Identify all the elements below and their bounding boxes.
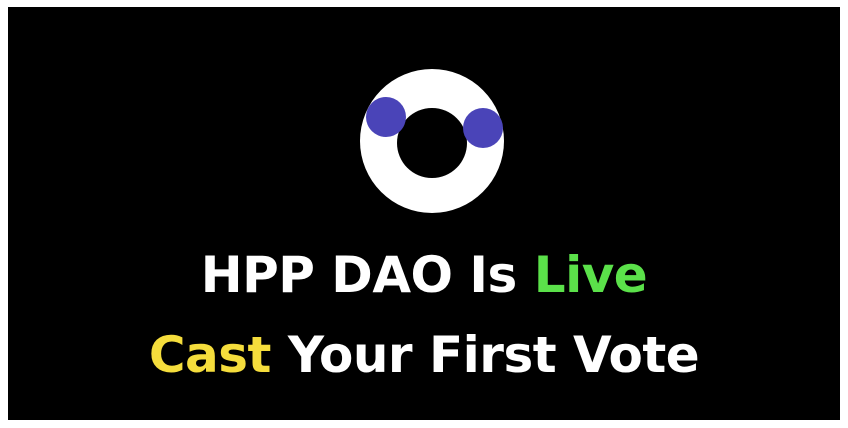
- announcement-banner: HPP DAO Is Live Cast Your First Vote: [8, 7, 840, 420]
- headline-line-1: HPP DAO Is Live: [8, 245, 840, 305]
- logo-ring-hole: [397, 108, 467, 178]
- headline-vote-text: Your First Vote: [270, 326, 700, 384]
- logo-right-dot: [463, 108, 503, 148]
- headline-title-text: HPP DAO Is: [200, 246, 534, 304]
- headline-cast-highlight: Cast: [148, 326, 272, 384]
- headline-line-2: Cast Your First Vote: [8, 325, 840, 385]
- headline-live-highlight: Live: [533, 246, 648, 304]
- logo-left-dot: [366, 97, 406, 137]
- hpp-dao-logo-icon: [360, 69, 504, 213]
